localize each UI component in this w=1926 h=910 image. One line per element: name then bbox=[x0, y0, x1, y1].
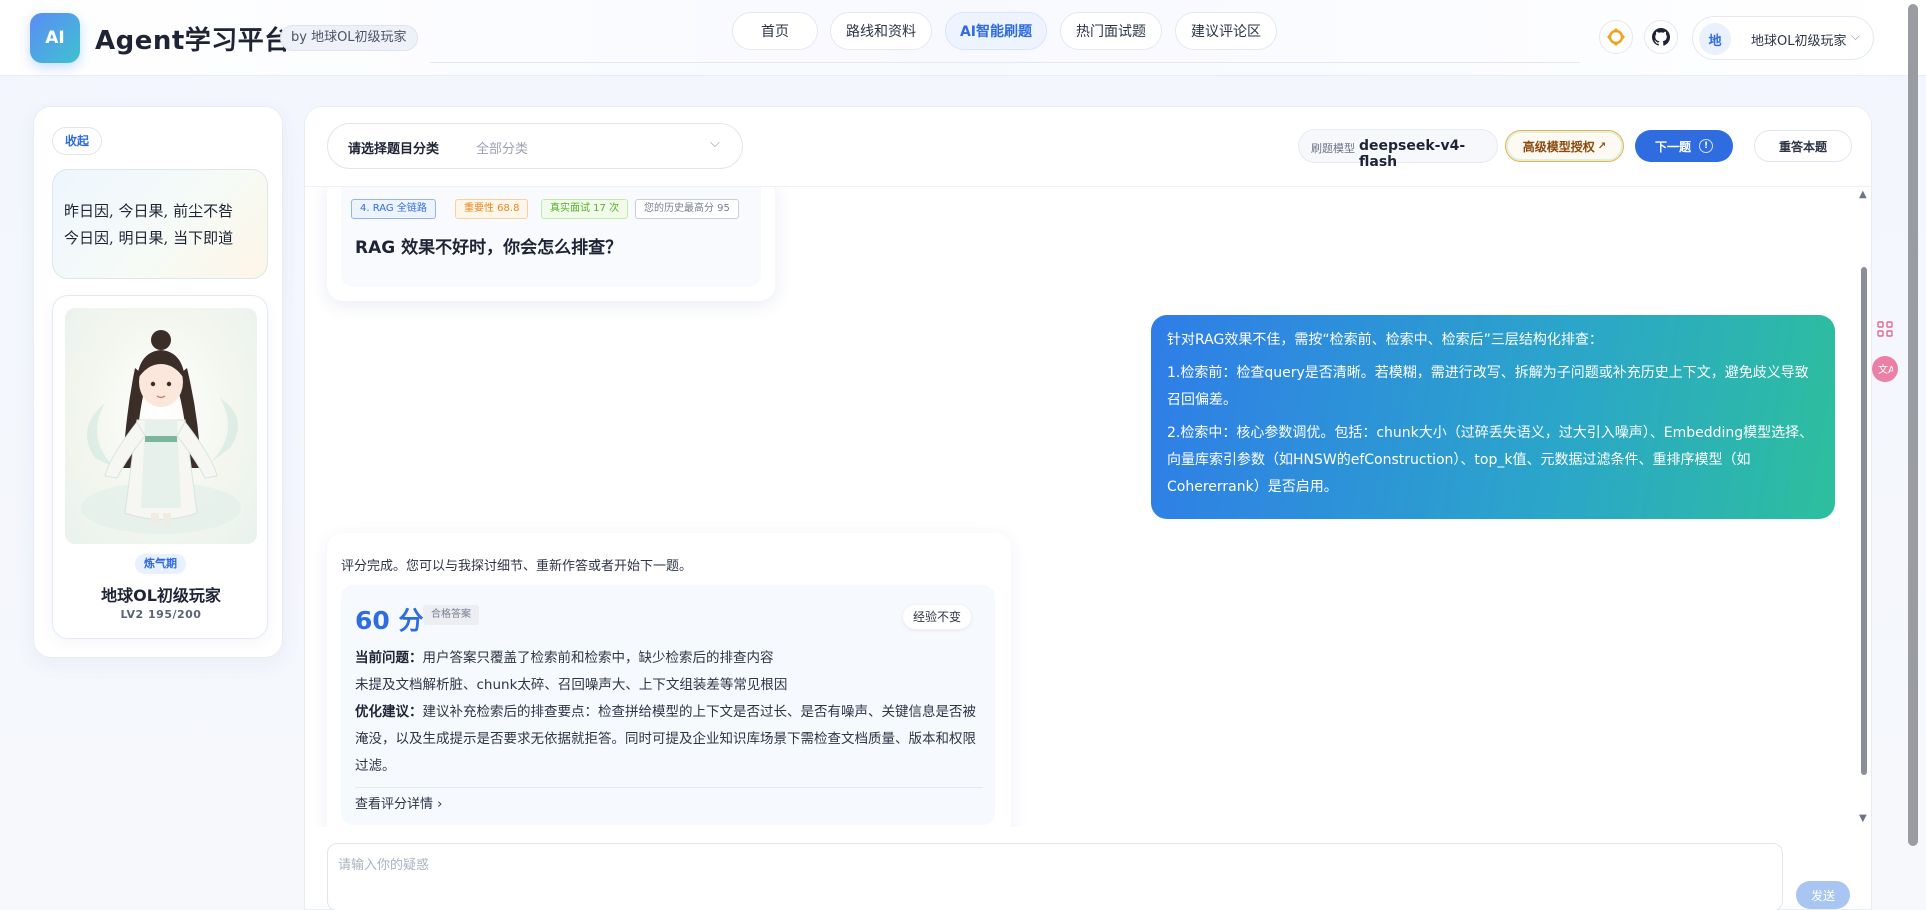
score-level-badge: 合格答案 bbox=[423, 605, 479, 625]
next-label: 下一题 bbox=[1654, 139, 1691, 154]
rank-badge: 炼气期 bbox=[135, 554, 186, 574]
answer-paragraph: 2.检索中：核心参数调优。包括：chunk大小（过碎丢失语义，过大引入噪声）、E… bbox=[1167, 425, 1814, 495]
translate-icon[interactable]: 文A bbox=[1872, 356, 1898, 382]
advice-label: 优化建议： bbox=[355, 704, 423, 720]
nav-label: 热门面试题 bbox=[1076, 24, 1146, 40]
grading-feedback: 当前问题：用户答案只覆盖了检索前和检索中，缺少检索后的排查内容 未提及文档解析脏… bbox=[355, 645, 983, 780]
page-scrollbar[interactable] bbox=[1908, 4, 1918, 846]
category-value: 全部分类 bbox=[476, 142, 529, 157]
collapse-button[interactable]: 收起 bbox=[52, 127, 103, 155]
model-label: 刷题模型 bbox=[1311, 142, 1355, 155]
scroll-thumb[interactable] bbox=[1861, 267, 1867, 775]
best-score-tag: 您的历史最高分 95 bbox=[635, 199, 739, 219]
answer-paragraph: 1.检索前：检查query是否清晰。若模糊，需进行改写、拆解为子问题或补充历史上… bbox=[1167, 365, 1809, 408]
profile-level: LV2 195/200 bbox=[120, 608, 202, 621]
chevron-down-icon: ⌵ bbox=[710, 136, 720, 151]
model-name: deepseek-v4-flash bbox=[1359, 138, 1466, 170]
interview-count-tag: 真实面试 17 次 bbox=[541, 199, 629, 219]
question-input-box[interactable] bbox=[327, 843, 1783, 910]
profile-card: 炼气期 地球OL初级玩家 LV2 195/200 bbox=[52, 295, 268, 639]
theme-icon[interactable] bbox=[1599, 20, 1633, 54]
user-menu[interactable]: 地 地球OL初级玩家 ⌵ bbox=[1692, 16, 1874, 60]
divider bbox=[355, 787, 983, 788]
details-label: 查看评分详情 bbox=[355, 797, 434, 812]
info-icon: ! bbox=[1699, 139, 1713, 153]
author-badge: by 地球OL初级玩家 bbox=[280, 25, 418, 51]
model-selector[interactable]: 刷题模型 deepseek-v4-flash bbox=[1298, 129, 1498, 170]
next-question-button[interactable]: 下一题 ! bbox=[1635, 130, 1733, 162]
svg-text:文A: 文A bbox=[1878, 363, 1893, 376]
top-header: AI Agent学习平台 by 地球OL初级玩家 首页 路线和资料 AI智能刷题… bbox=[0, 0, 1926, 76]
chat-input[interactable] bbox=[328, 844, 1782, 910]
chevron-right-icon: › bbox=[437, 797, 443, 812]
motto-line-1: 昨日因, 今日果, 前尘不咎 bbox=[64, 202, 234, 220]
practice-toolbar: 请选择题目分类 全部分类 ⌵ 刷题模型 deepseek-v4-flash 高级… bbox=[305, 107, 1873, 187]
nav-label: 建议评论区 bbox=[1191, 24, 1261, 40]
motto-card: 昨日因, 今日果, 前尘不咎 今日因, 明日果, 当下即道 bbox=[52, 169, 268, 279]
nav-roadmap[interactable]: 路线和资料 bbox=[830, 12, 932, 50]
topic-tag: 4. RAG 全链路 bbox=[351, 199, 436, 219]
nav-divider bbox=[430, 62, 1580, 63]
question-title: RAG 效果不好时，你会怎么排查？ bbox=[355, 238, 623, 258]
sidebar: 收起 昨日因, 今日果, 前尘不咎 今日因, 明日果, 当下即道 炼气期 地球O… bbox=[33, 106, 283, 658]
github-icon[interactable] bbox=[1644, 20, 1678, 54]
chat-scrollbar[interactable]: ▲ ▼ bbox=[1859, 187, 1869, 827]
character-avatar bbox=[65, 308, 257, 544]
send-button[interactable]: 发送 bbox=[1796, 881, 1850, 909]
user-answer-bubble: 针对RAG效果不佳，需按“检索前、检索中、检索后”三层结构化排查： 1.检索前：… bbox=[1151, 315, 1835, 519]
issue-text-2: 未提及文档解析脏、chunk太碎、召回噪声大、上下文组装差等常见根因 bbox=[355, 677, 788, 693]
nav-hot-questions[interactable]: 热门面试题 bbox=[1060, 12, 1162, 50]
app-title: Agent学习平台 bbox=[95, 26, 291, 56]
nav-label: 首页 bbox=[761, 24, 789, 40]
nav-label: AI智能刷题 bbox=[959, 24, 1033, 40]
chevron-down-icon: ⌵ bbox=[1851, 29, 1861, 43]
nav-label: 路线和资料 bbox=[846, 24, 916, 40]
nav-feedback[interactable]: 建议评论区 bbox=[1175, 12, 1277, 50]
motto-line-2: 今日因, 明日果, 当下即道 bbox=[64, 229, 234, 247]
nav-ai-practice[interactable]: AI智能刷题 bbox=[945, 12, 1047, 50]
scroll-down-arrow[interactable]: ▼ bbox=[1859, 813, 1867, 824]
grading-body: 60 分 合格答案 经验不变 当前问题：用户答案只覆盖了检索前和检索中，缺少检索… bbox=[341, 585, 995, 825]
issue-label: 当前问题： bbox=[355, 650, 423, 666]
grading-intro: 评分完成。您可以与我探讨细节、重新作答或者开始下一题。 bbox=[341, 559, 693, 574]
category-select[interactable]: 请选择题目分类 全部分类 ⌵ bbox=[327, 123, 743, 169]
avatar: 地 bbox=[1699, 23, 1731, 55]
main-panel: 请选择题目分类 全部分类 ⌵ 刷题模型 deepseek-v4-flash 高级… bbox=[304, 106, 1873, 910]
premium-model-button[interactable]: 高级模型授权 ↗ bbox=[1505, 130, 1624, 162]
profile-name: 地球OL初级玩家 bbox=[101, 586, 221, 605]
redo-button[interactable]: 重答本题 bbox=[1754, 130, 1852, 162]
score-value: 60 分 bbox=[355, 606, 424, 635]
user-name: 地球OL初级玩家 bbox=[1751, 34, 1847, 49]
question-card: 4. RAG 全链路 重要性 68.8 真实面试 17 次 您的历史最高分 95… bbox=[327, 187, 775, 301]
app-logo[interactable]: AI bbox=[30, 13, 80, 63]
importance-tag: 重要性 68.8 bbox=[455, 199, 529, 219]
chat-area[interactable]: 4. RAG 全链路 重要性 68.8 真实面试 17 次 您的历史最高分 95… bbox=[305, 187, 1873, 827]
answer-paragraph: 针对RAG效果不佳，需按“检索前、检索中、检索后”三层结构化排查： bbox=[1167, 332, 1603, 348]
scroll-up-arrow[interactable]: ▲ bbox=[1859, 189, 1867, 200]
view-score-details-link[interactable]: 查看评分详情 › bbox=[355, 793, 442, 812]
grading-result-card: 评分完成。您可以与我探讨细节、重新作答或者开始下一题。 60 分 合格答案 经验… bbox=[327, 533, 1011, 827]
apps-icon[interactable] bbox=[1872, 316, 1898, 342]
category-label: 请选择题目分类 bbox=[348, 142, 440, 157]
nav-home[interactable]: 首页 bbox=[732, 12, 818, 50]
question-body: 4. RAG 全链路 重要性 68.8 真实面试 17 次 您的历史最高分 95… bbox=[341, 187, 761, 287]
premium-label: 高级模型授权 bbox=[1522, 139, 1595, 154]
issue-text: 用户答案只覆盖了检索前和检索中，缺少检索后的排查内容 bbox=[422, 650, 774, 666]
external-link-icon: ↗ bbox=[1597, 140, 1607, 152]
experience-badge: 经验不变 bbox=[903, 605, 972, 629]
advice-text: 建议补充检索后的排查要点：检查拼给模型的上下文是否过长、是否有噪声、关键信息是否… bbox=[355, 704, 976, 774]
